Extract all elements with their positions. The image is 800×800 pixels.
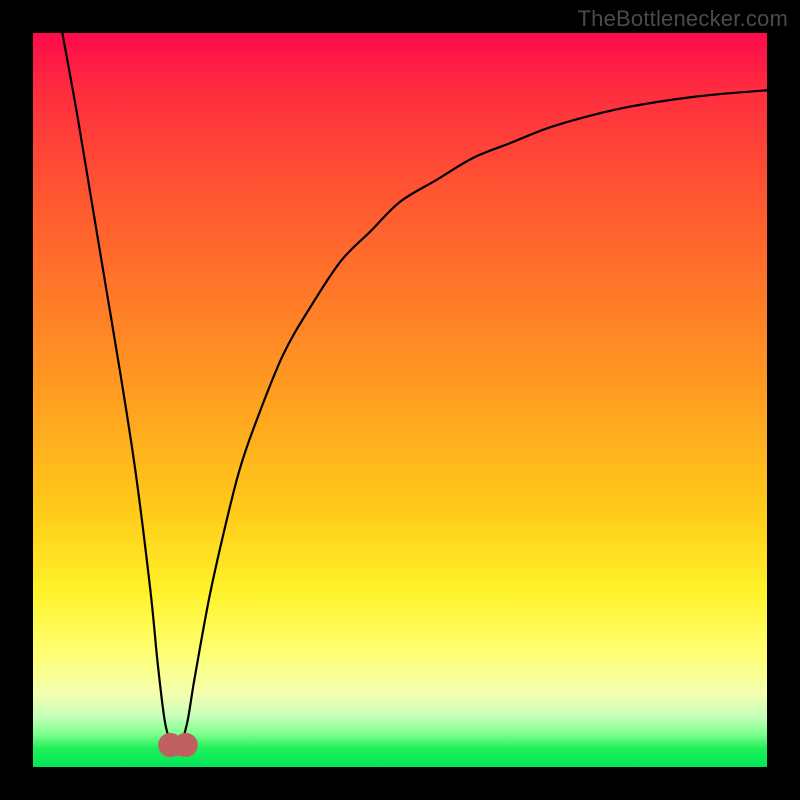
bottleneck-curve-path xyxy=(62,33,767,748)
marker-right xyxy=(174,733,197,756)
attribution-text: TheBottlenecker.com xyxy=(578,6,788,32)
chart-svg xyxy=(33,33,767,767)
chart-frame: TheBottlenecker.com xyxy=(0,0,800,800)
chart-plot-area xyxy=(33,33,767,767)
